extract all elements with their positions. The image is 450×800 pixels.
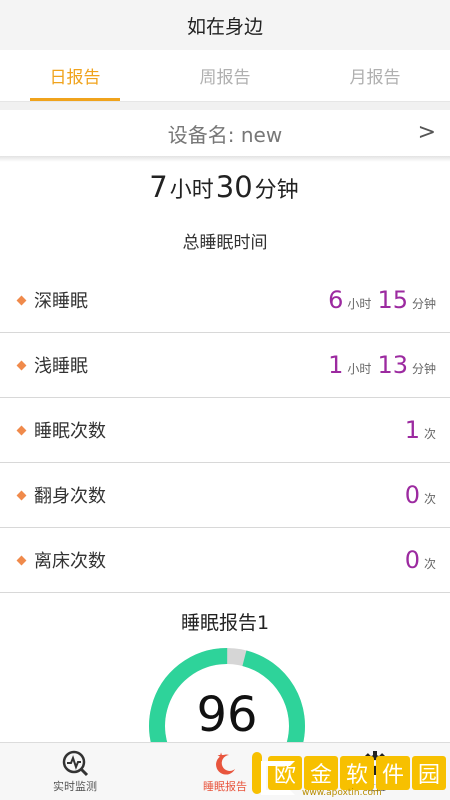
bullet-diamond-icon (16, 425, 27, 435)
stat-number: 0 (404, 546, 420, 574)
watermark-url: www.apoxtin.com (302, 788, 382, 798)
stat-label: 睡眠次数 (34, 421, 106, 442)
stat-unit: 次 (423, 492, 436, 506)
stat-unit: 分钟 (411, 362, 436, 376)
stat-label: 深睡眠 (34, 291, 88, 312)
stat-label: 离床次数 (34, 551, 106, 572)
list-item-turnover-count: 翻身次数 0 次 (0, 463, 450, 528)
watermark-char: 软 (340, 756, 374, 790)
tab-weekly-report[interactable]: 周报告 (150, 50, 300, 101)
stat-unit: 次 (423, 557, 436, 571)
stat-number: 1 (404, 416, 420, 444)
total-minutes-unit: 分钟 (254, 178, 299, 203)
total-hours: 7 (149, 170, 168, 204)
stat-value: 0 次 (405, 546, 436, 574)
app-title-bar: 如在身边 (0, 0, 450, 50)
stat-value: 1 小时 13 分钟 (328, 351, 436, 379)
nav-realtime-monitor[interactable]: 实时监测 (0, 743, 150, 800)
stat-number: 6 (328, 286, 344, 314)
bullet-diamond-icon (16, 295, 27, 305)
stat-unit: 次 (423, 427, 436, 441)
stat-label: 浅睡眠 (34, 356, 88, 377)
total-minutes: 30 (215, 170, 253, 204)
bullet-diamond-icon (16, 360, 27, 370)
watermark-char: 园 (412, 756, 446, 790)
stat-unit: 小时 (347, 362, 372, 376)
stat-value: 1 次 (405, 416, 436, 444)
sleep-report-title: 睡眠报告1 (180, 612, 270, 634)
stat-number: 1 (328, 351, 344, 379)
list-item-sleep-count: 睡眠次数 1 次 (0, 398, 450, 463)
device-name-label: 设备名: new (167, 122, 283, 147)
watermark-char: 金 (304, 756, 338, 790)
moon-star-icon: ★ (210, 748, 240, 778)
stat-unit: 分钟 (411, 297, 436, 311)
list-item-out-of-bed-count: 离床次数 0 次 (0, 528, 450, 593)
bullet-diamond-icon (16, 555, 27, 565)
site-watermark: 欧 金 软 件 园 www.apoxtin.com (252, 750, 448, 798)
list-item-deep-sleep: 深睡眠 6 小时 15 分钟 (0, 268, 450, 333)
nav-label: 实时监测 (53, 780, 97, 793)
sleep-stats-list: 深睡眠 6 小时 15 分钟 浅睡眠 1 小时 13 分钟 睡眠次数 1 次 翻… (0, 268, 450, 593)
list-item-light-sleep: 浅睡眠 1 小时 13 分钟 (0, 333, 450, 398)
watermark-char: 件 (376, 756, 410, 790)
report-tabs: 日报告 周报告 月报告 (0, 50, 450, 102)
total-sleep-value: 7 小时 30 分钟 (0, 170, 450, 214)
total-sleep-summary: 7 小时 30 分钟 总睡眠时间 (0, 170, 450, 253)
bullet-diamond-icon (16, 490, 27, 500)
stat-number: 0 (404, 481, 420, 509)
watermark-text: 欧 金 软 件 园 (268, 756, 448, 790)
watermark-logo (252, 752, 295, 795)
svg-text:★: ★ (217, 752, 225, 762)
nav-label: 睡眠报告 (203, 780, 247, 793)
stat-value: 0 次 (405, 481, 436, 509)
stat-unit: 小时 (347, 297, 372, 311)
section-divider (0, 102, 450, 110)
total-sleep-label: 总睡眠时间 (182, 233, 268, 253)
stat-number: 13 (377, 351, 408, 379)
stat-label: 翻身次数 (34, 486, 106, 507)
stat-value: 6 小时 15 分钟 (328, 286, 436, 314)
divider-shadow (0, 156, 450, 162)
sleep-score: 96 (196, 687, 258, 743)
tab-daily-report[interactable]: 日报告 (0, 50, 150, 101)
total-hours-unit: 小时 (169, 178, 214, 203)
chevron-right-icon: > (417, 120, 436, 145)
tab-monthly-report[interactable]: 月报告 (300, 50, 450, 101)
monitor-chart-icon (60, 748, 90, 778)
stat-number: 15 (377, 286, 408, 314)
device-selector[interactable]: 设备名: new > (0, 110, 450, 156)
app-title: 如在身边 (186, 15, 263, 38)
